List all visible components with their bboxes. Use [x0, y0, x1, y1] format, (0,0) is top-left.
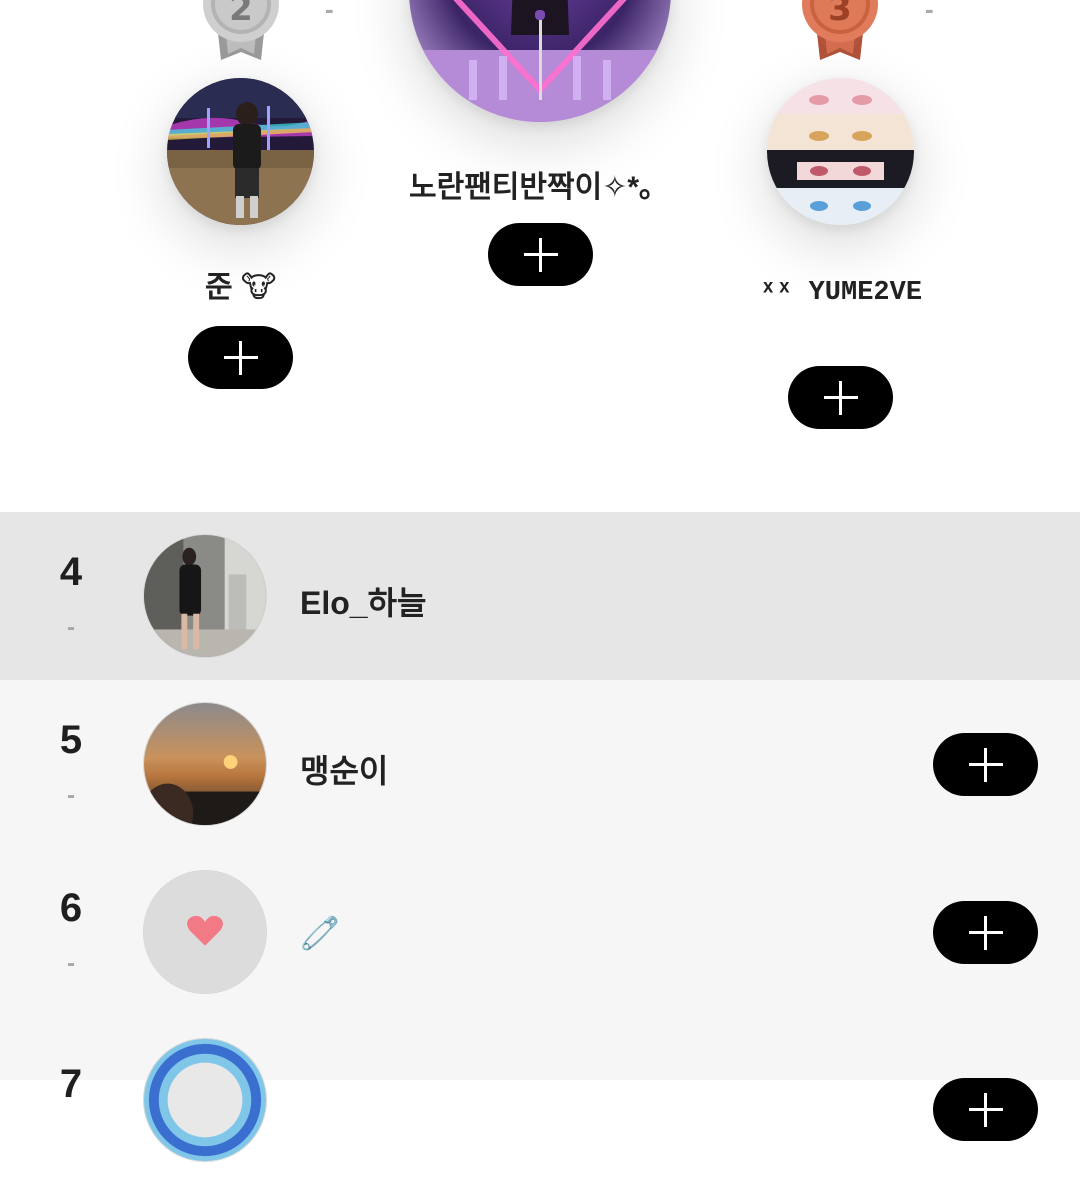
add-button[interactable]: [933, 1078, 1038, 1141]
rank-change-2: -: [325, 0, 334, 24]
plus-icon: [968, 1092, 1003, 1127]
plus-icon: [968, 747, 1003, 782]
silver-medal-icon: 2: [199, 0, 283, 60]
avatar[interactable]: [143, 702, 267, 826]
plus-icon: [823, 380, 858, 415]
ranking-list: 4 - Elo_하늘 5 - 맹순이 6 - 🧷 7: [0, 512, 1080, 1162]
avatar-rank-3[interactable]: [767, 78, 914, 225]
list-item-name: Elo_하늘: [300, 585, 427, 621]
rank-number: 4: [59, 550, 83, 594]
list-item-name: 맹순이: [300, 753, 389, 789]
avatar-rank-1[interactable]: [409, 0, 671, 122]
list-item-rank-4[interactable]: 4 - Elo_하늘: [0, 512, 1080, 680]
rank-change: -: [67, 782, 75, 809]
plus-icon: [968, 915, 1003, 950]
rank-change-3: -: [925, 0, 934, 24]
podium-section: 2 - 준 🐮 노란팬티반짝이✧*｡ 3 - ˣˣ YUME2VE: [0, 0, 1080, 512]
list-item-name: 🧷: [300, 915, 340, 951]
svg-text:2: 2: [229, 0, 253, 29]
add-button-rank-1[interactable]: [488, 223, 593, 286]
avatar[interactable]: [143, 534, 267, 658]
add-button-rank-2[interactable]: [188, 326, 293, 389]
rank-number: 7: [59, 1062, 83, 1106]
plus-icon: [523, 237, 558, 272]
add-button[interactable]: [933, 733, 1038, 796]
list-item-rank-6[interactable]: 6 - 🧷: [0, 848, 1080, 1016]
name-rank-3: ˣˣ YUME2VE: [760, 278, 923, 308]
list-item-rank-5[interactable]: 5 - 맹순이: [0, 680, 1080, 848]
avatar[interactable]: [143, 870, 267, 994]
name-rank-2: 준 🐮: [205, 271, 277, 304]
plus-icon: [223, 340, 258, 375]
rank-change: -: [67, 614, 75, 641]
add-button-rank-3[interactable]: [788, 366, 893, 429]
avatar-rank-2[interactable]: [167, 78, 314, 225]
add-button[interactable]: [933, 901, 1038, 964]
bronze-medal-icon: 3: [798, 0, 882, 60]
rank-number: 5: [59, 718, 83, 762]
name-rank-1: 노란팬티반짝이✧*｡: [409, 171, 655, 204]
rank-change: -: [67, 950, 75, 977]
list-item-rank-7[interactable]: 7: [0, 1016, 1080, 1184]
avatar[interactable]: [143, 1038, 267, 1162]
rank-number: 6: [59, 886, 83, 930]
svg-text:3: 3: [828, 0, 852, 29]
